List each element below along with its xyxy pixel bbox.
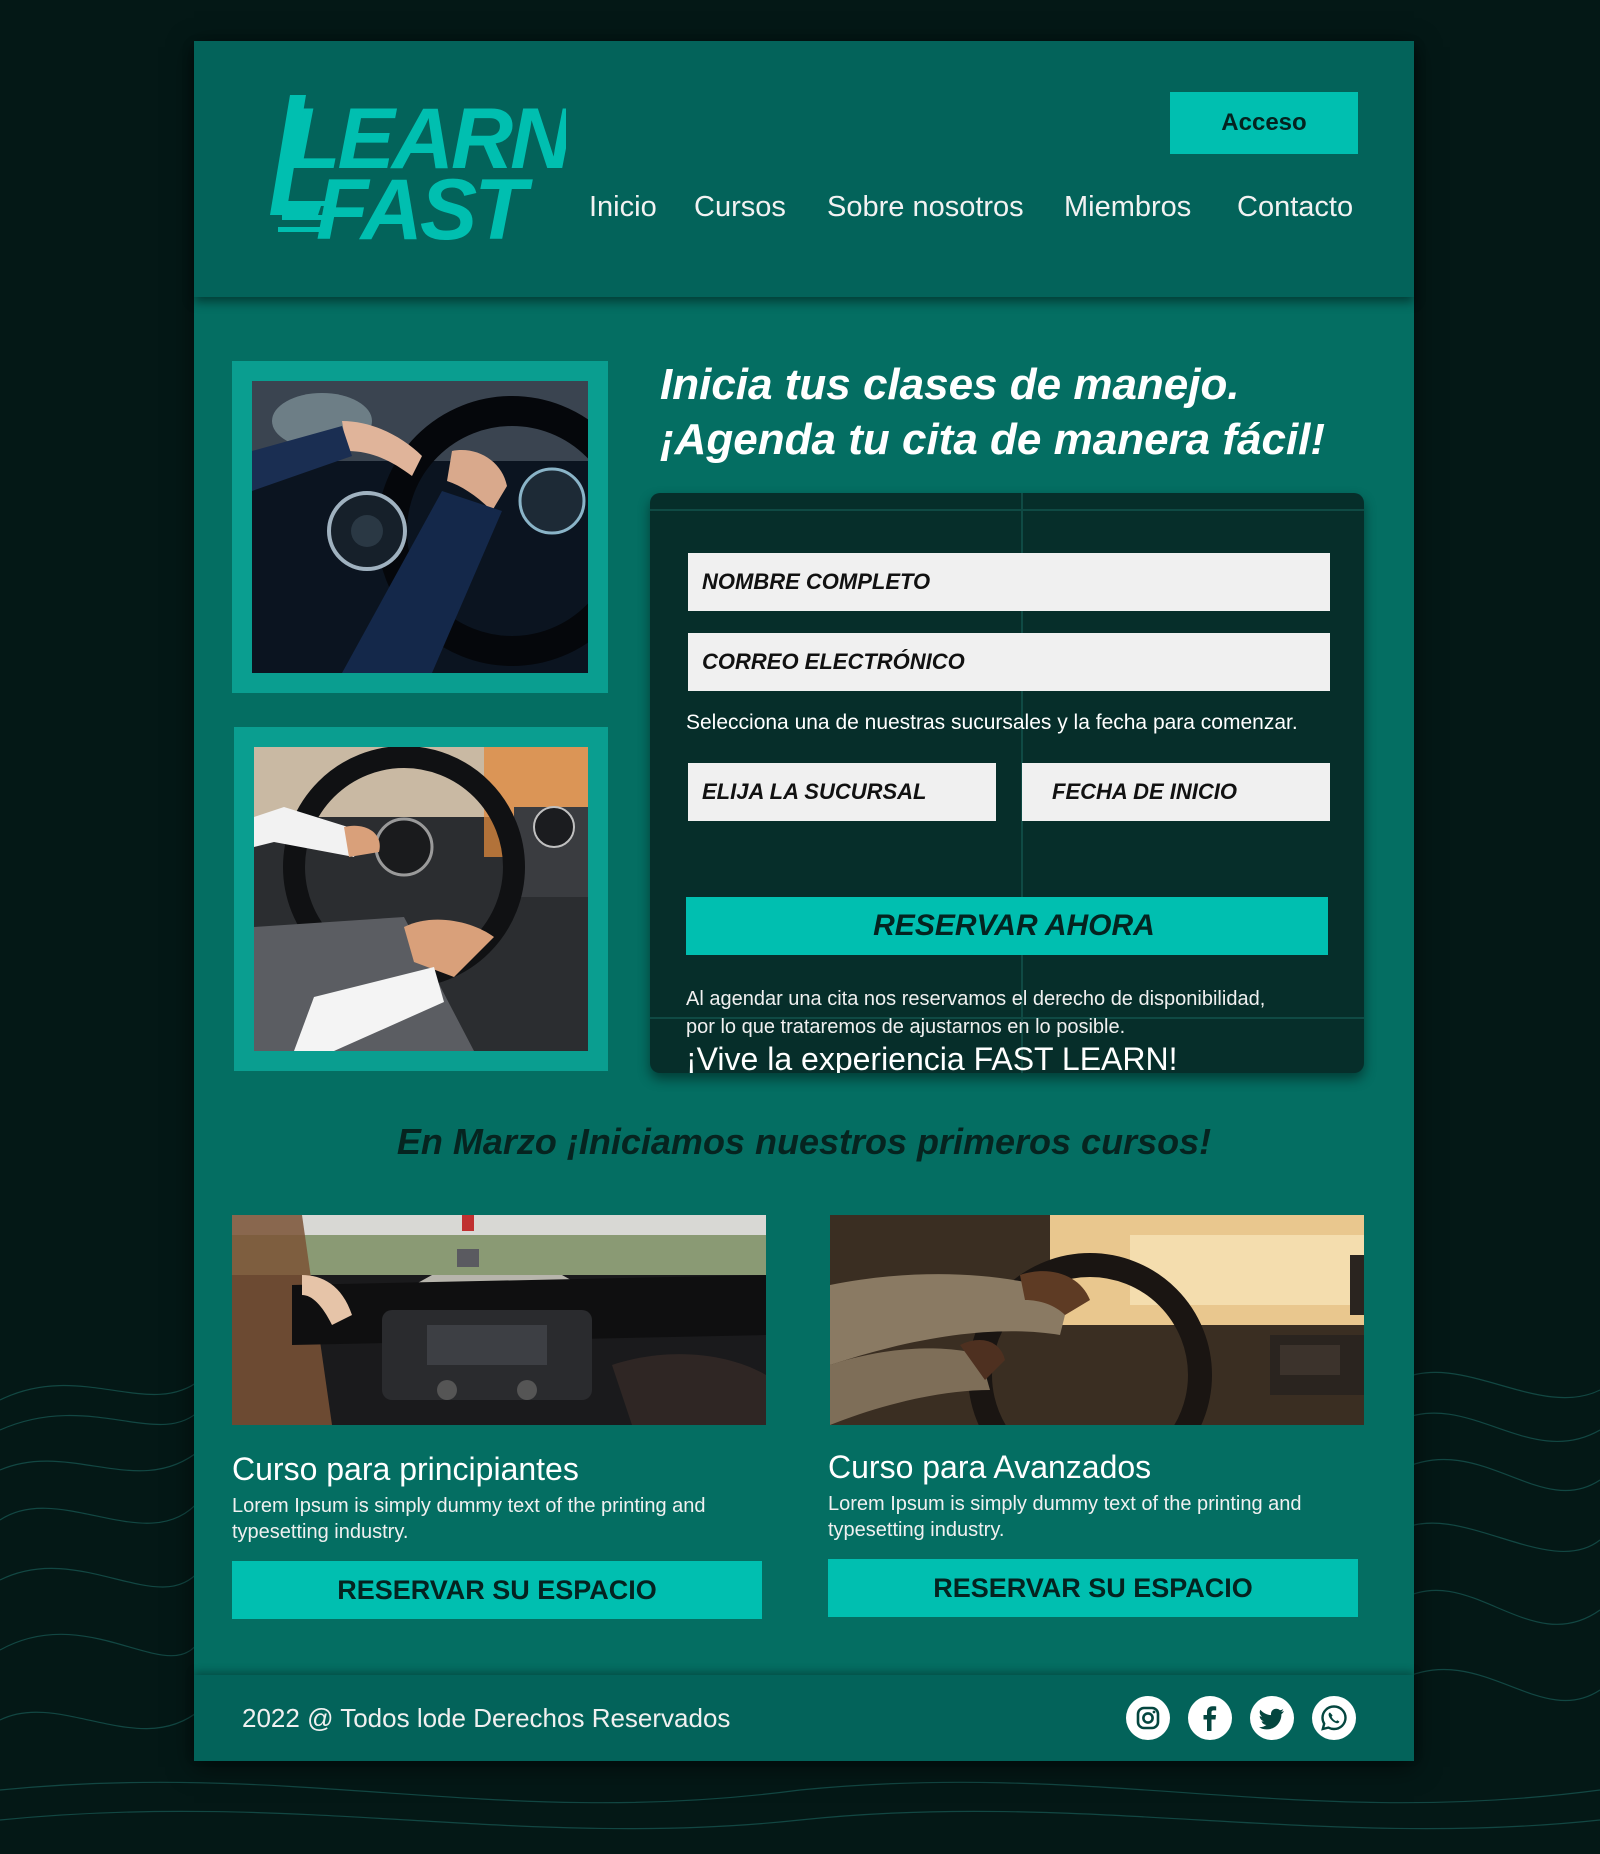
form-slogan: ¡Vive la experiencia FAST LEARN! xyxy=(686,1041,1178,1073)
course-desc-line1: Lorem Ipsum is simply dummy text of the … xyxy=(828,1493,1302,1515)
hero-photo-frame-2 xyxy=(234,727,608,1071)
form-disclaimer: Al agendar una cita nos reservamos el de… xyxy=(686,985,1346,1041)
branch-select[interactable]: ELIJA LA SUCURSAL xyxy=(688,763,996,821)
course-desc-line1: Lorem Ipsum is simply dummy text of the … xyxy=(232,1495,706,1517)
main-nav: Inicio Cursos Sobre nosotros Miembros Co… xyxy=(194,191,1414,231)
highway-driving-photo xyxy=(232,1215,766,1425)
site-header: LEARN FAST Acceso Inicio Cursos Sobre no… xyxy=(194,41,1414,297)
full-name-input[interactable] xyxy=(688,553,1330,611)
page-container: LEARN FAST Acceso Inicio Cursos Sobre no… xyxy=(194,41,1414,1761)
hero-title-line1: Inicia tus clases de manejo. xyxy=(660,360,1240,409)
login-button[interactable]: Acceso xyxy=(1170,92,1358,154)
reserve-beginners-button[interactable]: RESERVAR SU ESPACIO xyxy=(232,1561,762,1619)
twitter-icon[interactable] xyxy=(1250,1696,1294,1740)
form-guide-line xyxy=(650,509,1364,511)
course-title-advanced: Curso para Avanzados xyxy=(828,1449,1152,1485)
nav-item-miembros[interactable]: Miembros xyxy=(1064,191,1191,224)
disclaimer-line2: por lo que trataremos de ajustarnos en l… xyxy=(686,1016,1126,1038)
site-footer: 2022 @ Todos lode Derechos Reservados xyxy=(194,1675,1414,1761)
disclaimer-line1: Al agendar una cita nos reservamos el de… xyxy=(686,988,1266,1010)
nav-item-sobre-nosotros[interactable]: Sobre nosotros xyxy=(827,191,1024,224)
nav-item-inicio[interactable]: Inicio xyxy=(589,191,657,224)
form-hint: Selecciona una de nuestras sucursales y … xyxy=(686,711,1298,734)
reserve-advanced-button[interactable]: RESERVAR SU ESPACIO xyxy=(828,1559,1358,1617)
course-desc-beginners: Lorem Ipsum is simply dummy text of the … xyxy=(232,1493,762,1545)
hero-photo-frame-1 xyxy=(232,361,608,693)
reserve-now-button[interactable]: RESERVAR AHORA xyxy=(686,897,1328,955)
courses-heading: En Marzo ¡Iniciamos nuestros primeros cu… xyxy=(396,1121,1212,1162)
instagram-icon[interactable] xyxy=(1126,1696,1170,1740)
hands-on-steering-wheel-photo xyxy=(252,381,588,673)
course-desc-line2: typesetting industry. xyxy=(232,1521,409,1543)
driver-holding-wheel-photo xyxy=(254,747,588,1051)
start-date-picker[interactable]: FECHA DE INICIO xyxy=(1022,763,1330,821)
nav-item-contacto[interactable]: Contacto xyxy=(1237,191,1353,224)
course-desc-advanced: Lorem Ipsum is simply dummy text of the … xyxy=(828,1491,1358,1543)
start-date-label: FECHA DE INICIO xyxy=(1052,779,1237,804)
driver-in-car-photo xyxy=(830,1215,1364,1425)
whatsapp-icon[interactable] xyxy=(1312,1696,1356,1740)
nav-item-cursos[interactable]: Cursos xyxy=(694,191,786,224)
copyright-text: 2022 @ Todos lode Derechos Reservados xyxy=(242,1703,731,1733)
course-desc-line2: typesetting industry. xyxy=(828,1519,1005,1541)
facebook-icon[interactable] xyxy=(1188,1696,1232,1740)
course-title-beginners: Curso para principiantes xyxy=(232,1451,579,1487)
booking-form: Selecciona una de nuestras sucursales y … xyxy=(650,493,1364,1073)
branch-select-label: ELIJA LA SUCURSAL xyxy=(702,779,927,804)
hero-title-line2: ¡Agenda tu cita de manera fácil! xyxy=(660,415,1326,464)
hero-title: Inicia tus clases de manejo. ¡Agenda tu … xyxy=(660,357,1380,467)
email-input[interactable] xyxy=(688,633,1330,691)
